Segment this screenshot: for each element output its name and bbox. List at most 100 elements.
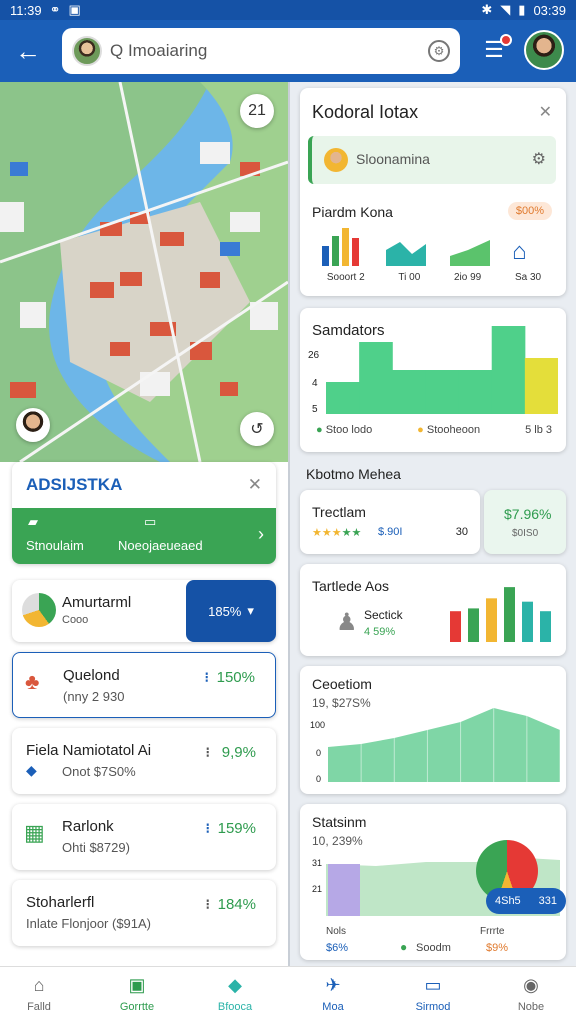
nav-item-home[interactable]: ⌂ Falld xyxy=(4,973,74,1014)
chart-bar xyxy=(491,326,526,414)
settings-icon[interactable]: ⚙ xyxy=(532,149,546,169)
tag-icon: ◆ xyxy=(228,974,242,995)
notification-button[interactable]: ☰ xyxy=(480,34,512,64)
statsinm-card: Statsinm 10, 239% 31 21 4Sh5 331 Nols Frr… xyxy=(300,804,566,960)
avatar xyxy=(72,36,102,66)
nav-item-bfooca[interactable]: ◆ Bfooca xyxy=(200,973,270,1014)
donut-icon xyxy=(22,593,56,627)
bottom-nav: ⌂ Falld ▣ Gorrtte ◆ Bfooca ✈ Moa ▭ Sirmod ◉ No… xyxy=(0,966,576,1024)
search-input[interactable]: Q Imoaiaring ⚙ xyxy=(62,28,460,74)
price-sub: $0IS0 xyxy=(512,528,539,539)
status-time-right: 03:39 xyxy=(533,2,566,18)
recenter-button[interactable]: ↺ xyxy=(240,412,274,446)
link-icon: ⚭ xyxy=(49,2,61,17)
grid-icon: ▦ xyxy=(24,820,45,845)
recenter-icon: ↺ xyxy=(250,421,264,438)
legend-label: Stooheoon xyxy=(426,424,481,436)
home-icon: ⌂ xyxy=(33,974,45,995)
list-item[interactable]: ▦ Rarlonk Ohti $8729) ⁝ 159% xyxy=(12,804,276,870)
area-series xyxy=(328,708,560,782)
avatar xyxy=(324,148,348,172)
card-search-input[interactable]: Sloonamina ⚙ xyxy=(308,136,556,184)
settings-icon[interactable]: ⚙ xyxy=(428,40,450,62)
samdators-chart xyxy=(326,326,558,414)
map-layers-button[interactable]: 21 xyxy=(240,94,274,128)
list-item[interactable]: ♣ Quelond (nny 2 930 ⁝ 150% xyxy=(12,652,276,718)
chevron-right-icon[interactable]: › xyxy=(258,524,264,545)
list-item-title: Fiela Namiotatol Ai xyxy=(26,742,152,759)
chart-bar xyxy=(468,608,479,642)
map-view[interactable]: 21 ↺ xyxy=(0,82,288,462)
chart-bar xyxy=(326,382,360,414)
section-badge: $00% xyxy=(507,202,552,220)
amount-badge: 185% xyxy=(208,603,242,619)
list-item[interactable]: Fiela Namiotatol Ai ◆ Onot $7S0% ⁝ 9,9% xyxy=(12,728,276,794)
nav-label: Moa xyxy=(322,1001,344,1013)
bars-icon: ⁝ xyxy=(205,820,210,836)
back-arrow-icon[interactable]: ← xyxy=(0,20,56,82)
amount-badge-button[interactable]: 185% ▾ xyxy=(186,580,276,642)
chart-bar xyxy=(425,370,460,414)
list-item-title: Stoharlerfl xyxy=(26,894,95,911)
mini-bar xyxy=(352,238,359,266)
nav-item-moa[interactable]: ✈ Moa xyxy=(298,973,368,1014)
legend: ● Stoo lodo ● Stooheoon 5 lb 3 xyxy=(316,424,552,436)
legend-dot: ● xyxy=(417,424,424,436)
amount-sub: Cooo xyxy=(62,614,89,626)
close-icon[interactable]: ✕ xyxy=(248,475,262,495)
ceoetiom-card: Ceoetiom 19, $27S% 100 0 0 xyxy=(300,666,566,794)
app-bar: ← Q Imoaiaring ⚙ ☰ xyxy=(0,20,576,82)
battery-icon: ▮ xyxy=(518,2,526,17)
ad-card[interactable]: ADSIJSTKA ✕ ▰ Stnoulaim ▭ Noeojaeueaed › xyxy=(12,462,276,564)
pill-right: 331 xyxy=(538,895,558,907)
search-placeholder: Q Imoaiaring xyxy=(110,41,208,60)
profile-avatar[interactable] xyxy=(524,30,564,70)
list-item-pct: 184% xyxy=(217,896,256,913)
legend-label: 5 lb 3 xyxy=(525,424,552,436)
close-icon[interactable]: ✕ xyxy=(539,102,552,122)
plant-icon: ♣ xyxy=(25,669,40,694)
y-tick: 31 xyxy=(312,858,323,868)
chart-bar xyxy=(522,601,533,642)
foot-label: Frrrte xyxy=(480,926,505,937)
map-top-label: 21 xyxy=(248,102,266,119)
location-marker-avatar[interactable] xyxy=(16,408,50,442)
chart-bar xyxy=(392,370,426,414)
amount-card[interactable]: Amurtarml Cooo 185% ▾ xyxy=(12,580,276,642)
list-item-title: Rarlonk xyxy=(62,818,114,835)
legend-dot: ● xyxy=(316,424,323,436)
y-tick: 5 xyxy=(312,404,318,415)
mini-label: Sooort 2 xyxy=(326,272,365,283)
y-tick: 26 xyxy=(308,350,320,361)
status-bar: 11:39 ⚭ ▣ ✱ ◥ ▮ 03:39 xyxy=(0,0,576,20)
y-tick: 4 xyxy=(312,378,318,389)
mini-bar xyxy=(332,236,339,266)
card-sub: Sectick xyxy=(364,608,403,622)
list-item-title: Quelond xyxy=(63,667,120,684)
nav-item-nobe[interactable]: ◉ Nobe xyxy=(496,973,566,1014)
chart-bar xyxy=(486,598,497,642)
foot-value: $6% xyxy=(326,942,349,954)
card-title: Kodoral Iotax xyxy=(312,102,419,122)
ceoetiom-chart xyxy=(328,708,560,782)
price-value: $7.96% xyxy=(504,506,552,522)
value-pill[interactable]: 4Sh5 331 xyxy=(486,888,566,914)
trectlam-card[interactable]: Trectlam ★★★★★ $.90I 30 xyxy=(300,490,480,554)
image-icon: ▣ xyxy=(68,2,81,17)
price-card[interactable]: $7.96% $0IS0 xyxy=(484,490,566,554)
legend-item: ● Stooheoon xyxy=(417,424,480,436)
mini-chart-teal xyxy=(386,242,426,266)
chart-bar xyxy=(540,611,551,642)
list-item-sub: Ohti $8729) xyxy=(62,840,130,855)
notification-dot xyxy=(500,34,512,46)
tag-icon: ◆ xyxy=(26,762,37,778)
legend-item: ● Stoo lodo xyxy=(316,424,372,436)
list-item[interactable]: Stoharlerfl Inlate Flonjoor ($91A) ⁝ 184… xyxy=(12,880,276,946)
amount-title: Amurtarml xyxy=(62,594,132,611)
summary-card: Kodoral Iotax ✕ Sloonamina ⚙ Piardm Kona… xyxy=(300,88,566,296)
profile-icon: ◉ xyxy=(523,974,539,995)
section-title: Kbotmo Mehea xyxy=(306,466,401,482)
nav-item-sirmod[interactable]: ▭ Sirmod xyxy=(398,973,468,1014)
nav-item-gorrtte[interactable]: ▣ Gorrtte xyxy=(102,973,172,1014)
user-icon: ♟ xyxy=(336,609,358,636)
